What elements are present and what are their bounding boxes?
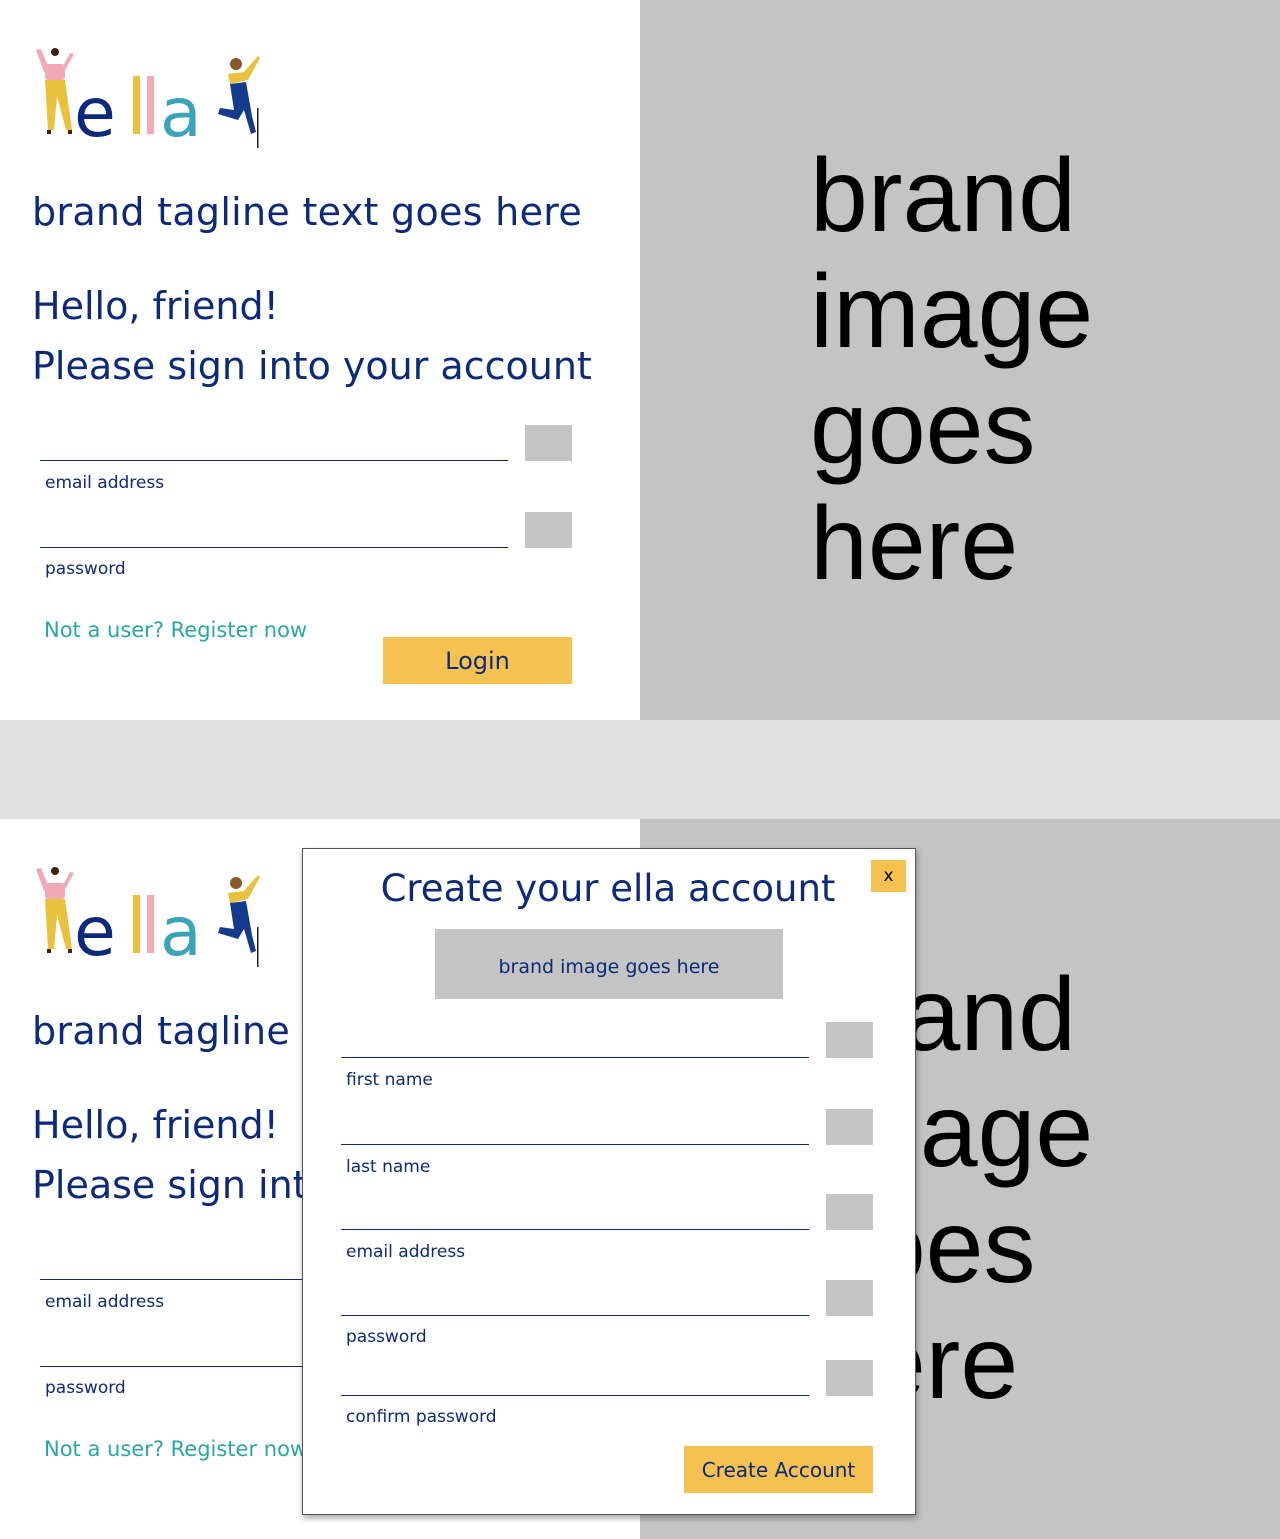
ella-logo: e a [36, 867, 260, 972]
greeting-heading: Hello, friend! [32, 284, 279, 328]
logo-letter-e: e [74, 74, 116, 153]
password-field-icon-placeholder [525, 512, 572, 548]
first-name-icon-placeholder [826, 1022, 873, 1058]
brand-image-line: brand [810, 138, 1076, 254]
register-link[interactable]: Not a user? Register now [44, 1437, 307, 1461]
dancing-person-left-icon [36, 867, 74, 953]
brand-image-line: goes [810, 370, 1036, 486]
password-label: password [45, 559, 126, 579]
brand-tagline: brand tagline text goes here [32, 190, 583, 234]
email-field-icon-placeholder [525, 425, 572, 461]
first-name-label: first name [346, 1070, 433, 1090]
dancing-person-right-icon [218, 875, 260, 967]
email-input[interactable] [40, 424, 508, 460]
last-name-label: last name [346, 1157, 431, 1177]
close-modal-button[interactable]: x [871, 860, 906, 892]
email-input[interactable] [341, 1193, 809, 1229]
email-underline [341, 1229, 809, 1230]
login-button[interactable]: Login [383, 637, 572, 684]
password-input[interactable] [40, 511, 508, 547]
dancing-person-left-icon [36, 48, 74, 134]
password-underline [341, 1315, 809, 1316]
brand-image-line: image [810, 254, 1094, 370]
email-label: email address [45, 1292, 165, 1312]
ella-logo: e a [36, 48, 260, 153]
dancing-person-right-icon [218, 56, 260, 148]
login-panel: e a brand tagline text goes here Hello, … [0, 0, 640, 720]
logo-letter-e: e [74, 893, 116, 972]
password-icon-placeholder [826, 1280, 873, 1316]
email-label: email address [346, 1242, 466, 1262]
frame-separator [0, 720, 1280, 819]
confirm-password-input[interactable] [341, 1359, 809, 1395]
login-screen: e a brand tagline text goes here Hello, … [0, 0, 1280, 720]
modal-brand-image-placeholder: brand image goes here [435, 929, 783, 999]
modal-title: Create your ella account [380, 867, 836, 910]
logo-letter-a: a [160, 74, 202, 153]
create-account-button[interactable]: Create Account [684, 1446, 873, 1493]
password-label: password [45, 1378, 126, 1398]
email-underline [40, 460, 508, 461]
brand-image-placeholder: brand image goes here [640, 0, 1280, 720]
first-name-underline [341, 1057, 809, 1058]
create-account-modal: Create your ella account x brand image g… [302, 848, 916, 1515]
last-name-icon-placeholder [826, 1109, 873, 1145]
brand-image-text: brand image goes here [810, 138, 1093, 602]
greeting-heading: Hello, friend! [32, 1103, 279, 1147]
email-label: email address [45, 473, 165, 493]
password-label: password [346, 1327, 427, 1347]
confirm-password-underline [341, 1395, 809, 1396]
register-link[interactable]: Not a user? Register now [44, 618, 307, 642]
first-name-input[interactable] [341, 1021, 809, 1057]
brand-image-line: here [810, 486, 1019, 602]
signin-heading: Please sign into your account [32, 344, 592, 388]
last-name-input[interactable] [341, 1108, 809, 1144]
password-input[interactable] [341, 1279, 809, 1315]
logo-letter-a: a [160, 893, 202, 972]
confirm-password-label: confirm password [346, 1407, 497, 1427]
confirm-password-icon-placeholder [826, 1360, 873, 1396]
last-name-underline [341, 1144, 809, 1145]
password-underline [40, 547, 508, 548]
email-icon-placeholder [826, 1194, 873, 1230]
